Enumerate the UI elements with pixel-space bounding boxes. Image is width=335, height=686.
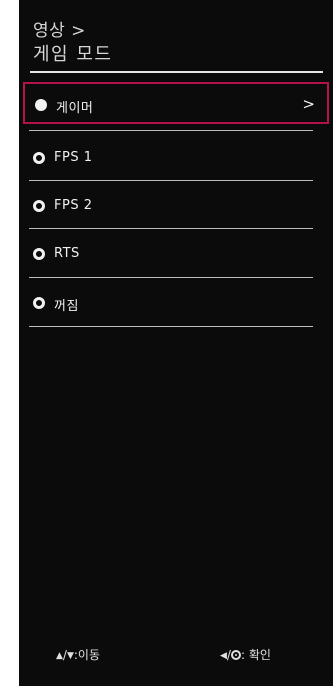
radio-unselected-icon [33,152,45,164]
menu-item-label: FPS 2 [54,198,93,213]
item-divider [29,180,313,181]
item-divider [29,228,313,229]
radio-unselected-icon [33,248,45,260]
item-divider [29,326,313,327]
menu-item-label: 게이머 [56,101,94,116]
panel-header: 영상 > 게임 모드 [19,0,333,76]
radio-unselected-icon [33,297,45,309]
chevron-right-icon[interactable]: > [302,95,315,113]
breadcrumb[interactable]: 영상 > [33,16,86,41]
radio-selected-icon [35,99,47,111]
menu-item-label: RTS [54,246,80,261]
game-mode-panel: 영상 > 게임 모드 게이머 > FPS 1 FPS 2 RTS 꺼짐 ▲/▼:… [19,0,333,686]
item-divider [29,277,313,278]
arrow-up-icon: ▲ [56,651,63,661]
menu-item-gamer[interactable]: 게이머 > [23,82,329,124]
item-divider [29,130,313,131]
menu-item-fps2[interactable]: FPS 2 [23,185,329,227]
radio-unselected-icon [33,200,45,212]
arrow-left-icon: ◀ [220,651,227,661]
nav-hint-label: :이동 [73,648,101,662]
menu-item-label: FPS 1 [54,150,93,165]
confirm-hint: ◀/: 확인 [220,646,271,663]
arrow-down-icon: ▼ [66,651,74,661]
menu-item-label: 꺼짐 [54,299,79,314]
menu-item-rts[interactable]: RTS [23,233,329,275]
header-divider [30,71,323,73]
menu-item-off[interactable]: 꺼짐 [23,282,329,324]
page-title: 게임 모드 [33,44,113,65]
menu-item-fps1[interactable]: FPS 1 [23,137,329,179]
ok-button-icon [230,650,241,660]
confirm-hint-label: : 확인 [240,648,271,662]
key-guide-footer: ▲/▼:이동 ◀/: 확인 [19,644,333,664]
nav-hint: ▲/▼:이동 [56,646,100,663]
